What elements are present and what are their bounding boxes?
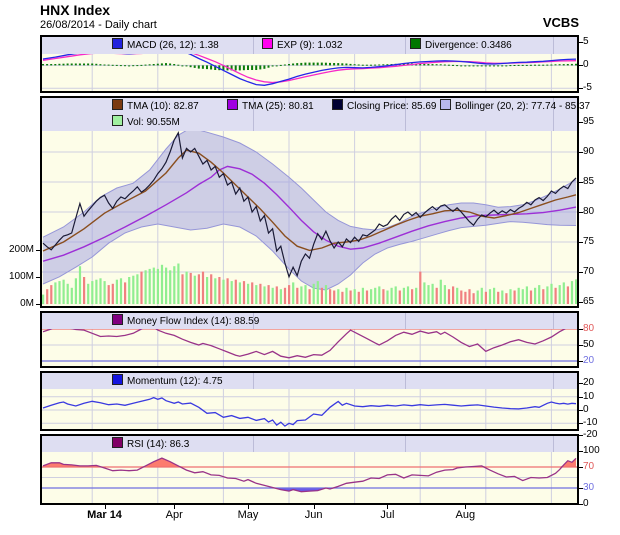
legend-item: Bollinger (20, 2): 77.74 - 85.37 [440, 98, 590, 115]
legend-swatch-icon [112, 115, 123, 126]
volume-tick-label: 200M [0, 244, 34, 255]
legend-separator [253, 37, 254, 54]
axis-tick-label: 80 [583, 323, 594, 334]
legend-label: EXP (9): 1.032 [277, 40, 342, 51]
legend-separator [553, 373, 554, 389]
legend-label: Momentum (12): 4.75 [127, 376, 223, 387]
axis-tick-label: 90 [583, 146, 594, 157]
legend-separator [405, 37, 406, 54]
axis-tick-label: 100 [583, 445, 600, 456]
legend-label: Money Flow Index (14): 88.59 [127, 316, 259, 327]
legend-strip: Money Flow Index (14): 88.59 [42, 313, 577, 329]
legend-item: Momentum (12): 4.75 [112, 373, 223, 390]
axis-tick-label: 80 [583, 206, 594, 217]
legend-swatch-icon [332, 99, 343, 110]
x-axis-month-label: Mar 14 [87, 509, 122, 521]
x-axis-month-label: Apr [166, 509, 183, 521]
legend-item: EXP (9): 1.032 [262, 37, 342, 54]
legend-strip: RSI (14): 86.3 [42, 436, 577, 452]
legend-swatch-icon [410, 38, 421, 49]
axis-tick-label: 0 [583, 59, 589, 70]
legend-item: Divergence: 0.3486 [410, 37, 512, 54]
axis-tick-label: 10 [583, 391, 594, 402]
legend-label: Divergence: 0.3486 [425, 40, 512, 51]
legend-separator [405, 313, 406, 329]
axis-tick-label: 5 [583, 36, 589, 47]
axis-tick-label: 20 [583, 377, 594, 388]
legend-label: MACD (26, 12): 1.38 [127, 40, 219, 51]
axis-tick [36, 277, 40, 278]
axis-tick-label: 70 [583, 266, 594, 277]
x-axis-month-label: Aug [456, 509, 476, 521]
axis-tick-label: 65 [583, 296, 594, 307]
macd-panel: MACD (26, 12): 1.38 EXP (9): 1.032 Diverge… [40, 35, 579, 93]
axis-tick-label: 85 [583, 176, 594, 187]
legend-item: RSI (14): 86.3 [112, 436, 189, 453]
axis-tick-label: 0 [583, 498, 589, 509]
brand-logo: VCBS [543, 15, 579, 30]
legend-item: Vol: 90.55M [112, 114, 180, 131]
axis-tick-label: 50 [583, 339, 594, 350]
hnx-daily-chart: HNX Index 26/08/2014 - Daily chart VCBS … [0, 0, 620, 535]
legend-label: TMA (25): 80.81 [242, 101, 314, 112]
legend-swatch-icon [112, 314, 123, 325]
volume-tick-label: 100M [0, 271, 34, 282]
chart-subtitle: 26/08/2014 - Daily chart [40, 19, 157, 31]
axis-tick-label: 75 [583, 236, 594, 247]
legend-swatch-icon [112, 99, 123, 110]
legend-strip: MACD (26, 12): 1.38 EXP (9): 1.032 Diverge… [42, 37, 577, 54]
legend-label: Bollinger (20, 2): 77.74 - 85.37 [455, 101, 590, 112]
axis-tick-label: -5 [583, 82, 592, 93]
legend-swatch-icon [440, 99, 451, 110]
legend-strip: Momentum (12): 4.75 [42, 373, 577, 389]
legend-label: Closing Price: 85.69 [347, 101, 437, 112]
mfi-panel: Money Flow Index (14): 88.59 [40, 311, 579, 368]
legend-separator [553, 313, 554, 329]
momentum-panel: Momentum (12): 4.75 [40, 371, 579, 431]
x-axis-month-label: May [238, 509, 259, 521]
legend-separator [253, 373, 254, 389]
legend-label: TMA (10): 82.87 [127, 101, 199, 112]
page-title: HNX Index [40, 2, 110, 18]
axis-tick-label: 0 [583, 404, 589, 415]
legend-strip: TMA (10): 82.87 TMA (25): 80.81 Closing Pr… [42, 98, 577, 131]
legend-label: RSI (14): 86.3 [127, 439, 189, 450]
axis-tick-label: 20 [583, 355, 594, 366]
legend-swatch-icon [112, 437, 123, 448]
axis-tick-label: 30 [583, 482, 594, 493]
legend-item: Money Flow Index (14): 88.59 [112, 313, 259, 330]
legend-item: MACD (26, 12): 1.38 [112, 37, 219, 54]
legend-separator [553, 436, 554, 452]
axis-tick-label: -10 [583, 417, 597, 428]
legend-item: Closing Price: 85.69 [332, 98, 437, 115]
legend-swatch-icon [227, 99, 238, 110]
price-panel: TMA (10): 82.87 TMA (25): 80.81 Closing Pr… [40, 96, 579, 308]
legend-label: Vol: 90.55M [127, 117, 180, 128]
legend-swatch-icon [262, 38, 273, 49]
legend-separator [405, 373, 406, 389]
x-axis-month-label: Jun [305, 509, 323, 521]
volume-tick-label: 0M [0, 298, 34, 309]
axis-tick-label: 95 [583, 116, 594, 127]
x-axis-month-label: Jul [380, 509, 394, 521]
axis-tick [36, 304, 40, 305]
legend-separator [405, 436, 406, 452]
legend-swatch-icon [112, 38, 123, 49]
legend-separator [553, 37, 554, 54]
legend-separator [253, 436, 254, 452]
legend-item: TMA (25): 80.81 [227, 98, 314, 115]
legend-item: TMA (10): 82.87 [112, 98, 199, 115]
axis-tick-label: -20 [583, 429, 597, 440]
legend-swatch-icon [112, 374, 123, 385]
axis-tick-label: 70 [583, 461, 594, 472]
rsi-panel: RSI (14): 86.3 [40, 434, 579, 505]
axis-tick [36, 250, 40, 251]
